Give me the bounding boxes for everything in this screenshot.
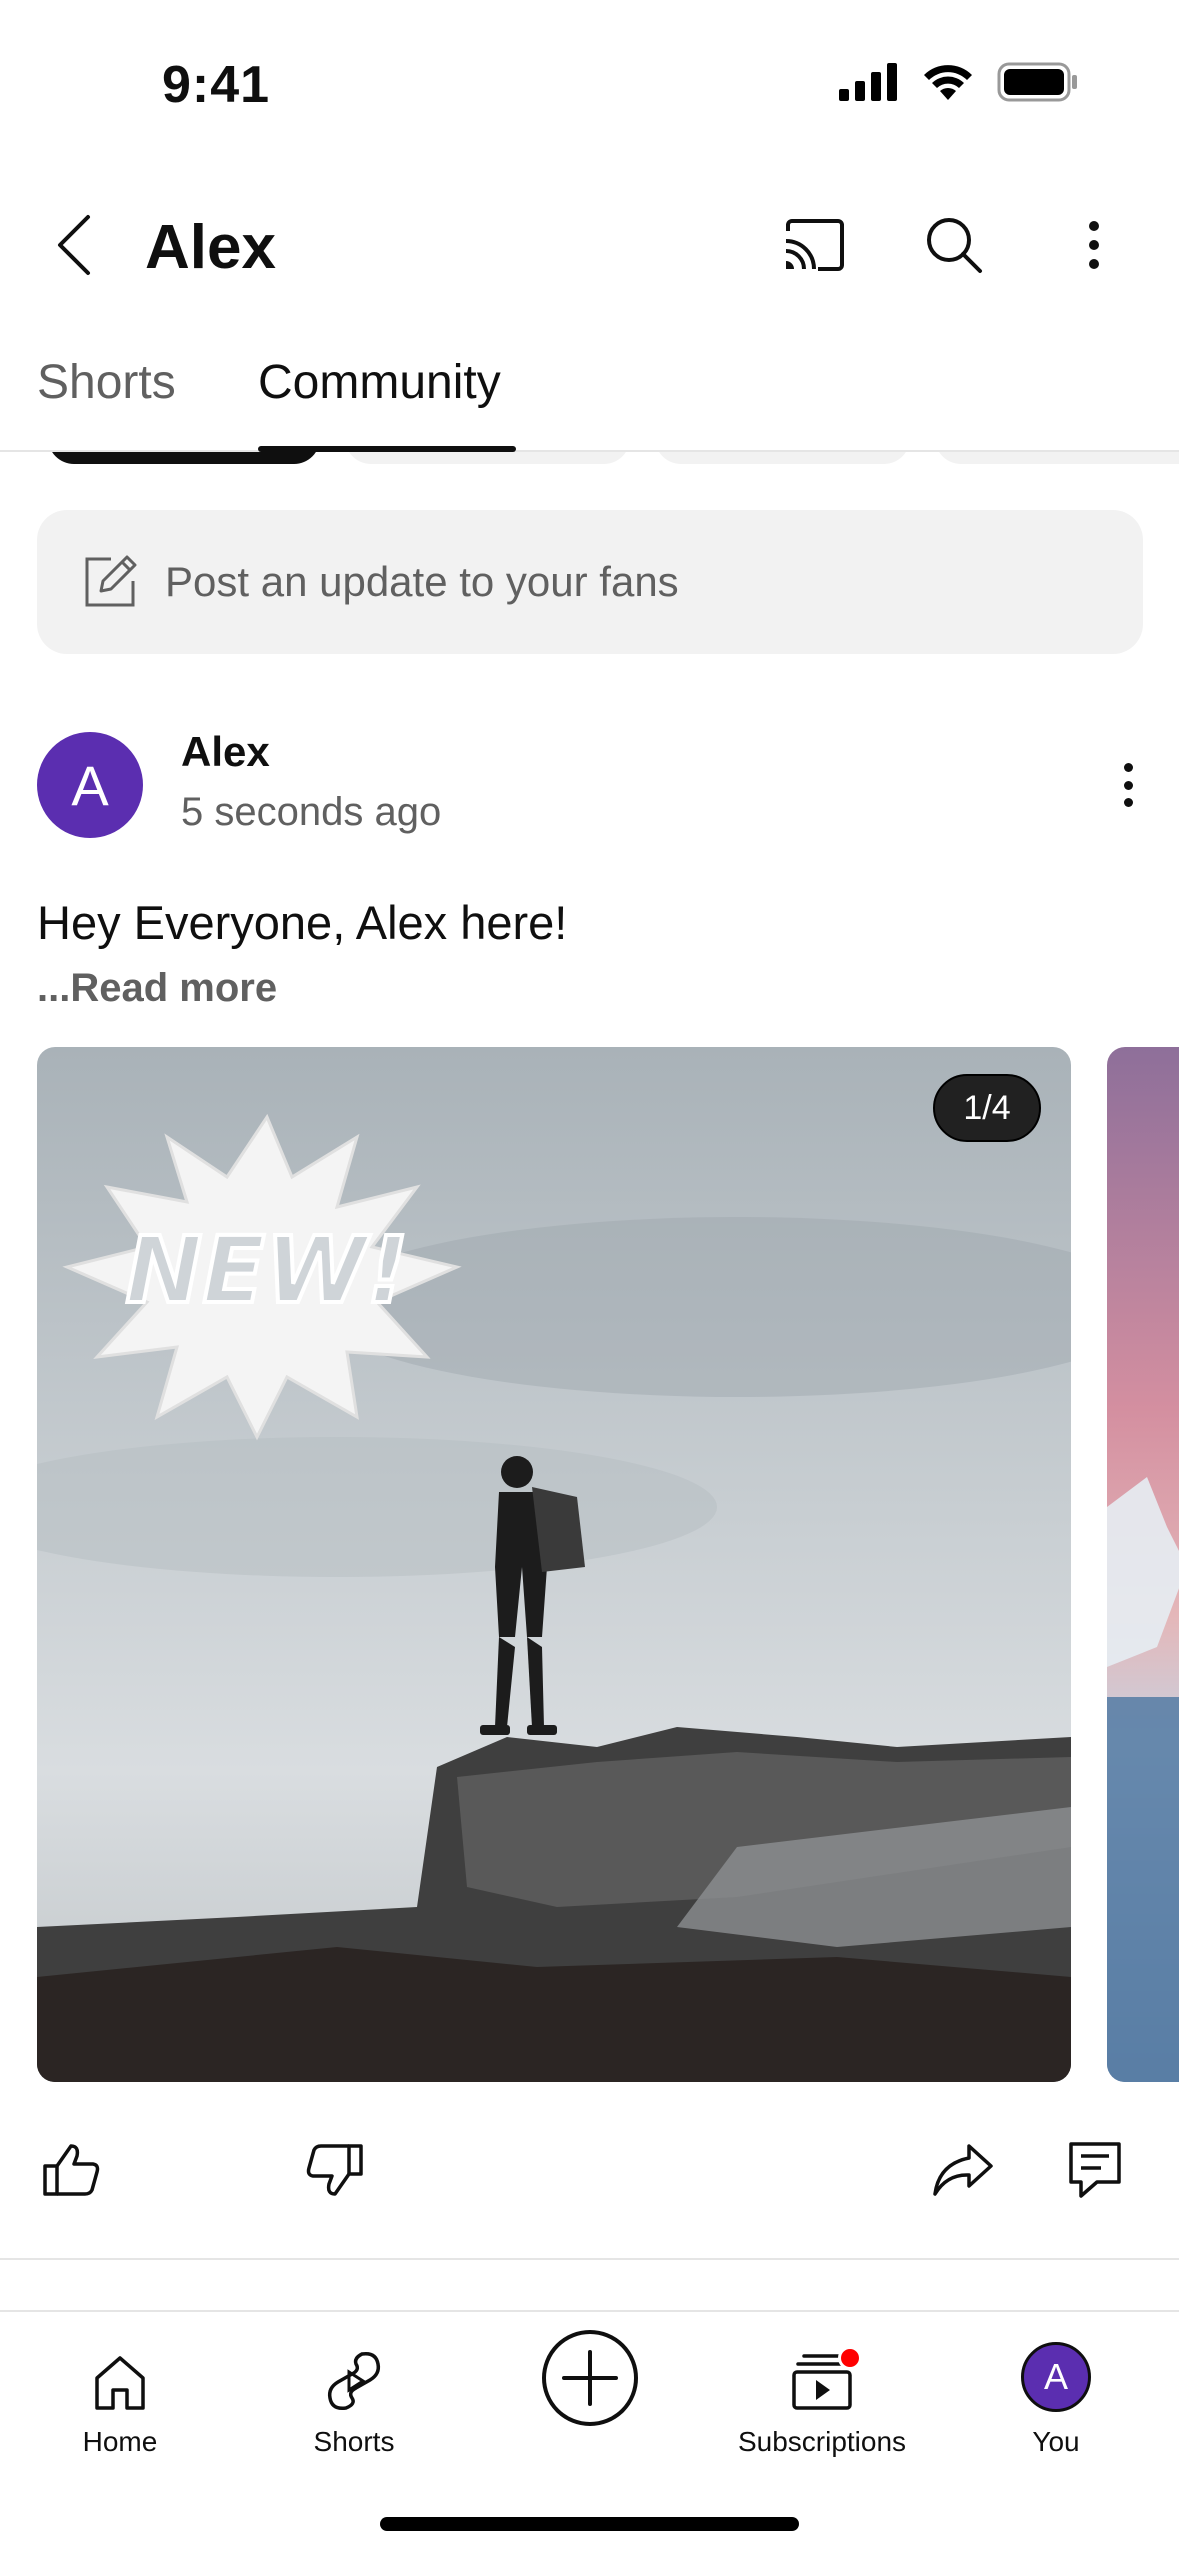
filter-chip[interactable] xyxy=(345,452,630,464)
composer-placeholder: Post an update to your fans xyxy=(165,558,679,605)
like-button[interactable] xyxy=(36,2130,106,2210)
cellular-signal-icon xyxy=(839,63,899,106)
tab-shorts[interactable]: Shorts xyxy=(37,355,176,452)
nav-label: Shorts xyxy=(313,2426,395,2457)
post-divider xyxy=(0,2258,1179,2260)
post-timestamp: 5 seconds ago xyxy=(181,790,442,834)
filter-chips-row xyxy=(0,452,1179,466)
filter-chip[interactable] xyxy=(655,452,910,464)
home-icon xyxy=(95,2356,145,2410)
filter-chip[interactable] xyxy=(935,452,1179,464)
more-vertical-icon xyxy=(1089,221,1099,269)
menu-dot xyxy=(1123,780,1133,790)
back-button[interactable] xyxy=(44,210,104,280)
filter-chip[interactable] xyxy=(48,452,320,464)
more-options-button[interactable] xyxy=(1059,210,1129,280)
chevron-left-icon xyxy=(58,215,90,275)
menu-dot xyxy=(1123,798,1133,807)
dislike-button[interactable] xyxy=(300,2130,370,2210)
thumbs-down-icon xyxy=(306,2144,363,2196)
avatar: A xyxy=(1021,2342,1091,2412)
share-button[interactable] xyxy=(928,2130,998,2210)
nav-shorts[interactable]: Shorts xyxy=(294,2312,414,2462)
nav-label: You xyxy=(1032,2426,1080,2457)
image-counter-badge: 1/4 xyxy=(933,1074,1041,1142)
thumbs-up-icon xyxy=(43,2144,100,2196)
status-bar: 9:41 xyxy=(0,0,1179,150)
status-icons xyxy=(839,62,1079,107)
read-more-link[interactable]: ...Read more xyxy=(37,966,277,1011)
nav-label: Subscriptions xyxy=(737,2426,907,2457)
comment-icon xyxy=(1069,2142,1121,2198)
channel-header: Alex xyxy=(0,190,1179,300)
nav-label: Home xyxy=(82,2426,158,2457)
nav-you[interactable]: A You xyxy=(996,2312,1116,2462)
cast-icon xyxy=(785,219,844,271)
next-post-image[interactable] xyxy=(1107,1047,1179,2082)
nav-home[interactable]: Home xyxy=(60,2312,180,2462)
header-actions xyxy=(779,210,1129,280)
post-text: Hey Everyone, Alex here! xyxy=(37,896,568,949)
edit-icon xyxy=(79,551,141,613)
notification-dot xyxy=(838,2346,862,2370)
post-author[interactable]: Alex xyxy=(181,728,270,776)
status-time: 9:41 xyxy=(162,56,271,114)
more-vertical-icon xyxy=(1123,763,1133,772)
svg-text:NEW!: NEW! xyxy=(125,1217,408,1324)
plus-circle-icon xyxy=(542,2330,638,2426)
search-icon xyxy=(927,218,982,273)
post-actions xyxy=(0,2130,1179,2220)
post-image[interactable]: NEW! 1/4 xyxy=(37,1047,1071,2082)
post-more-button[interactable] xyxy=(1108,755,1148,815)
search-button[interactable] xyxy=(919,210,989,280)
post-photo: NEW! xyxy=(37,1047,1071,2082)
shorts-icon xyxy=(327,2351,381,2411)
share-icon xyxy=(933,2144,993,2196)
create-button[interactable] xyxy=(530,2328,650,2478)
cast-button[interactable] xyxy=(779,210,849,280)
nav-subscriptions[interactable]: Subscriptions xyxy=(712,2312,932,2462)
post-composer[interactable]: Post an update to your fans xyxy=(37,510,1143,654)
wifi-icon xyxy=(921,62,975,107)
home-indicator xyxy=(380,2517,799,2531)
avatar[interactable]: A xyxy=(37,732,143,838)
channel-tabs: Shorts Community xyxy=(0,340,1179,452)
post-photo-preview xyxy=(1107,1047,1179,2082)
comment-button[interactable] xyxy=(1060,2130,1130,2210)
battery-icon xyxy=(997,62,1079,107)
page-title: Alex xyxy=(145,213,276,282)
tab-community[interactable]: Community xyxy=(258,355,501,452)
